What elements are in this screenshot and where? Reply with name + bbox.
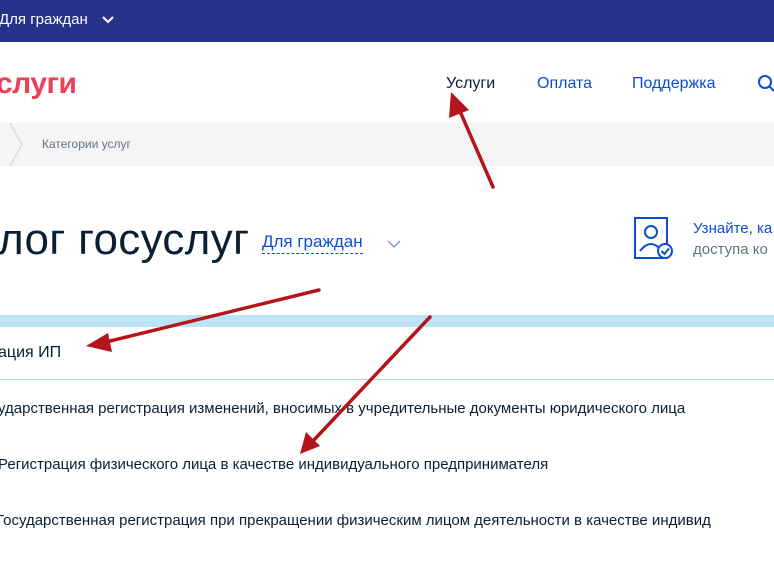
service-link[interactable]: Государственная регистрация при прекраще… bbox=[0, 511, 711, 531]
service-link[interactable]: ударственная регистрация изменений, внос… bbox=[0, 399, 685, 419]
breadcrumb-current[interactable]: Категории услуг bbox=[42, 137, 131, 151]
chevron-down-icon[interactable] bbox=[101, 13, 115, 27]
category-title[interactable]: ация ИП bbox=[0, 344, 61, 362]
audience-switcher-label[interactable]: Для граждан bbox=[0, 11, 88, 28]
annotation-arrow-service bbox=[300, 315, 432, 454]
chevron-down-icon[interactable] bbox=[386, 236, 402, 252]
nav-support[interactable]: Поддержка bbox=[632, 74, 715, 94]
breadcrumb: Категории услуг bbox=[0, 123, 774, 166]
info-link[interactable]: Узнайте, ка bbox=[693, 220, 772, 237]
audience-selector[interactable]: Для граждан bbox=[262, 231, 363, 254]
nav-payment[interactable]: Оплата bbox=[537, 74, 592, 94]
nav-services[interactable]: Услуги bbox=[446, 74, 495, 94]
service-link[interactable]: Регистрация физического лица в качестве … bbox=[0, 455, 548, 475]
breadcrumb-separator-icon bbox=[9, 123, 23, 166]
logo[interactable]: слуги bbox=[0, 67, 77, 101]
section-band bbox=[0, 315, 774, 327]
search-icon[interactable] bbox=[757, 74, 774, 94]
id-card-icon bbox=[634, 217, 673, 259]
info-subtext: доступа ко bbox=[693, 241, 768, 258]
top-bar: Для граждан bbox=[0, 0, 774, 42]
divider bbox=[0, 379, 774, 380]
page-title: лог госуслуг bbox=[0, 215, 250, 264]
